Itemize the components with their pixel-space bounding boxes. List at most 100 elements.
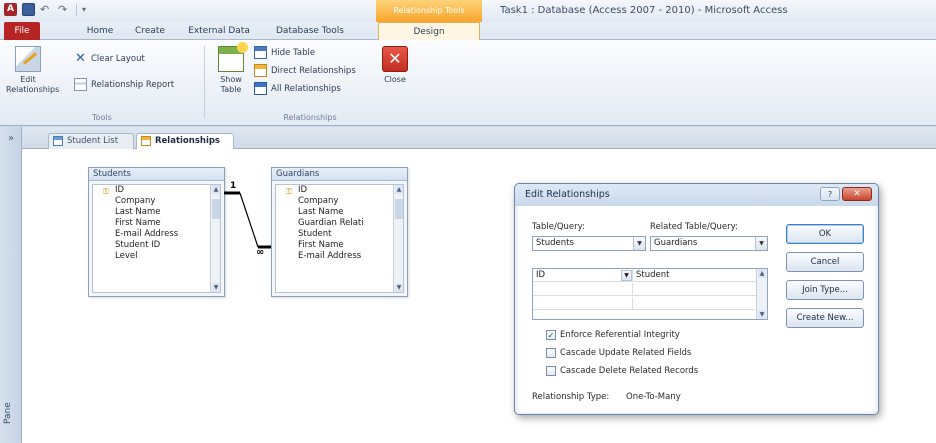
tab-home[interactable]: Home (80, 22, 120, 40)
field-item[interactable]: Last Name (93, 207, 220, 218)
grid-cell-related-field[interactable] (633, 297, 757, 310)
field-name: Company (298, 196, 339, 206)
create-new-button[interactable]: Create New... (786, 308, 864, 328)
relationship-report-button[interactable]: Relationship Report (74, 78, 174, 91)
edit-relationships-icon (15, 46, 41, 72)
checkbox-label: Cascade Update Related Fields (560, 348, 692, 358)
grid-cell-primary-field[interactable]: ID (533, 269, 633, 282)
edit-relationships-label: Edit Relationships (6, 75, 60, 94)
field-item[interactable]: Level (93, 251, 220, 262)
scroll-down-icon[interactable]: ▼ (758, 310, 766, 319)
scroll-thumb[interactable] (395, 199, 403, 219)
dialog-close-icon[interactable]: ✕ (842, 187, 872, 201)
cancel-button[interactable]: Cancel (786, 252, 864, 272)
edit-relationships-button[interactable]: Edit Relationships (6, 46, 59, 95)
doc-tab-relationships[interactable]: Relationships (136, 133, 234, 149)
related-table-query-label: Related Table/Query: (650, 222, 738, 232)
vertical-scrollbar[interactable]: ▲ ▼ (393, 185, 403, 292)
checkbox-icon[interactable] (546, 366, 556, 376)
relationship-join-line[interactable]: 1 ∞ (222, 179, 274, 259)
scroll-up-icon[interactable]: ▲ (395, 185, 403, 194)
relationship-type-value: One-To-Many (626, 392, 681, 402)
tab-external-data[interactable]: External Data (180, 22, 258, 40)
field-item[interactable]: Guardian Relati (276, 218, 403, 229)
tab-file[interactable]: File (4, 22, 40, 40)
scroll-down-icon[interactable]: ▼ (395, 283, 403, 292)
tab-design[interactable]: Design (378, 22, 480, 40)
field-list[interactable]: ⚿ ID Company Last Name Guardian Relati St… (275, 184, 404, 293)
field-item[interactable]: Last Name (276, 207, 403, 218)
clear-layout-icon: ✕ (75, 51, 86, 66)
students-table-box[interactable]: Students ⚿ ID Company Last Name First Nam… (88, 167, 225, 297)
close-icon: ✕ (382, 46, 408, 72)
cascade-delete-checkbox[interactable]: Cascade Delete Related Records (546, 366, 698, 376)
tab-create[interactable]: Create (128, 22, 172, 40)
field-item[interactable]: Student (276, 229, 403, 240)
save-icon[interactable] (22, 3, 35, 16)
grid-cell-primary-field[interactable] (533, 283, 633, 296)
tab-database-tools[interactable]: Database Tools (266, 22, 354, 40)
one-side-label: 1 (230, 181, 236, 191)
dialog-title-bar[interactable]: Edit Relationships ? ✕ (515, 184, 878, 206)
checkbox-icon[interactable] (546, 348, 556, 358)
field-item[interactable]: First Name (276, 240, 403, 251)
grid-cell-primary-field[interactable] (533, 297, 633, 310)
scroll-up-icon[interactable]: ▲ (758, 269, 766, 278)
scroll-down-icon[interactable]: ▼ (212, 283, 220, 292)
customize-qat-icon[interactable]: ▾ (82, 5, 86, 14)
relationship-report-icon (74, 78, 87, 91)
dialog-body: Table/Query: Related Table/Query: Studen… (518, 206, 875, 412)
help-icon[interactable]: ? (820, 187, 840, 201)
doc-tab-label: Relationships (155, 136, 220, 146)
clear-layout-button[interactable]: ✕ Clear Layout (74, 52, 145, 65)
field-list[interactable]: ⚿ ID Company Last Name First Name E-mail … (92, 184, 221, 293)
field-name: Level (115, 251, 138, 261)
scroll-up-icon[interactable]: ▲ (212, 185, 220, 194)
field-item[interactable]: E-mail Address (276, 251, 403, 262)
field-item[interactable]: Student ID (93, 240, 220, 251)
cascade-update-checkbox[interactable]: Cascade Update Related Fields (546, 348, 691, 358)
hide-table-button[interactable]: Hide Table (254, 46, 315, 59)
field-item[interactable]: First Name (93, 218, 220, 229)
vertical-scrollbar[interactable]: ▲ ▼ (210, 185, 220, 292)
checkbox-checked-icon[interactable]: ✓ (546, 330, 556, 340)
scroll-thumb[interactable] (212, 199, 220, 219)
table-query-select[interactable]: Students ▼ (532, 236, 646, 251)
access-app-icon[interactable]: A (4, 3, 17, 16)
show-table-icon (218, 42, 248, 72)
show-table-button[interactable]: Show Table (214, 42, 248, 95)
chevron-down-icon[interactable]: ▼ (621, 270, 632, 281)
close-relationships-button[interactable]: ✕ Close (380, 46, 410, 85)
table-title[interactable]: Students (89, 168, 224, 181)
ok-button[interactable]: OK (786, 224, 864, 244)
all-relationships-button[interactable]: All Relationships (254, 82, 341, 95)
tools-group-label: Tools (92, 113, 112, 122)
field-item[interactable]: Company (93, 196, 220, 207)
nav-pane-label[interactable]: Pane (3, 393, 19, 433)
guardians-table-box[interactable]: Guardians ⚿ ID Company Last Name Guardian… (271, 167, 408, 297)
table-title[interactable]: Guardians (272, 168, 407, 181)
redo-icon[interactable]: ↷ (58, 3, 71, 16)
undo-icon[interactable]: ↶ (40, 3, 53, 16)
show-table-label: Show Table (220, 75, 242, 94)
grid-cell-related-field[interactable] (633, 283, 757, 296)
field-name: ID (115, 185, 125, 195)
expand-nav-pane-icon[interactable]: » (5, 133, 17, 145)
edit-relationships-dialog: Edit Relationships ? ✕ Table/Query: Rela… (514, 183, 879, 415)
ribbon-tab-row: File Home Create External Data Database … (0, 22, 936, 40)
grid-cell-related-field[interactable]: Student (633, 269, 757, 282)
chevron-down-icon[interactable]: ▼ (633, 237, 645, 250)
field-item[interactable]: ⚿ ID (276, 185, 403, 196)
tools-group: Edit Relationships ✕ Clear Layout Relati… (4, 44, 200, 122)
field-item[interactable]: Company (276, 196, 403, 207)
related-table-query-select[interactable]: Guardians ▼ (650, 236, 768, 251)
join-type-button[interactable]: Join Type... (786, 280, 864, 300)
field-item[interactable]: ⚿ ID (93, 185, 220, 196)
doc-tab-student-list[interactable]: Student List (48, 133, 134, 149)
enforce-referential-integrity-checkbox[interactable]: ✓ Enforce Referential Integrity (546, 330, 680, 340)
field-mapping-grid: ID ▼ Student ▲ ▼ (532, 268, 768, 320)
field-item[interactable]: E-mail Address (93, 229, 220, 240)
grid-scrollbar[interactable]: ▲ ▼ (756, 269, 767, 319)
direct-relationships-button[interactable]: Direct Relationships (254, 64, 356, 77)
chevron-down-icon[interactable]: ▼ (755, 237, 767, 250)
